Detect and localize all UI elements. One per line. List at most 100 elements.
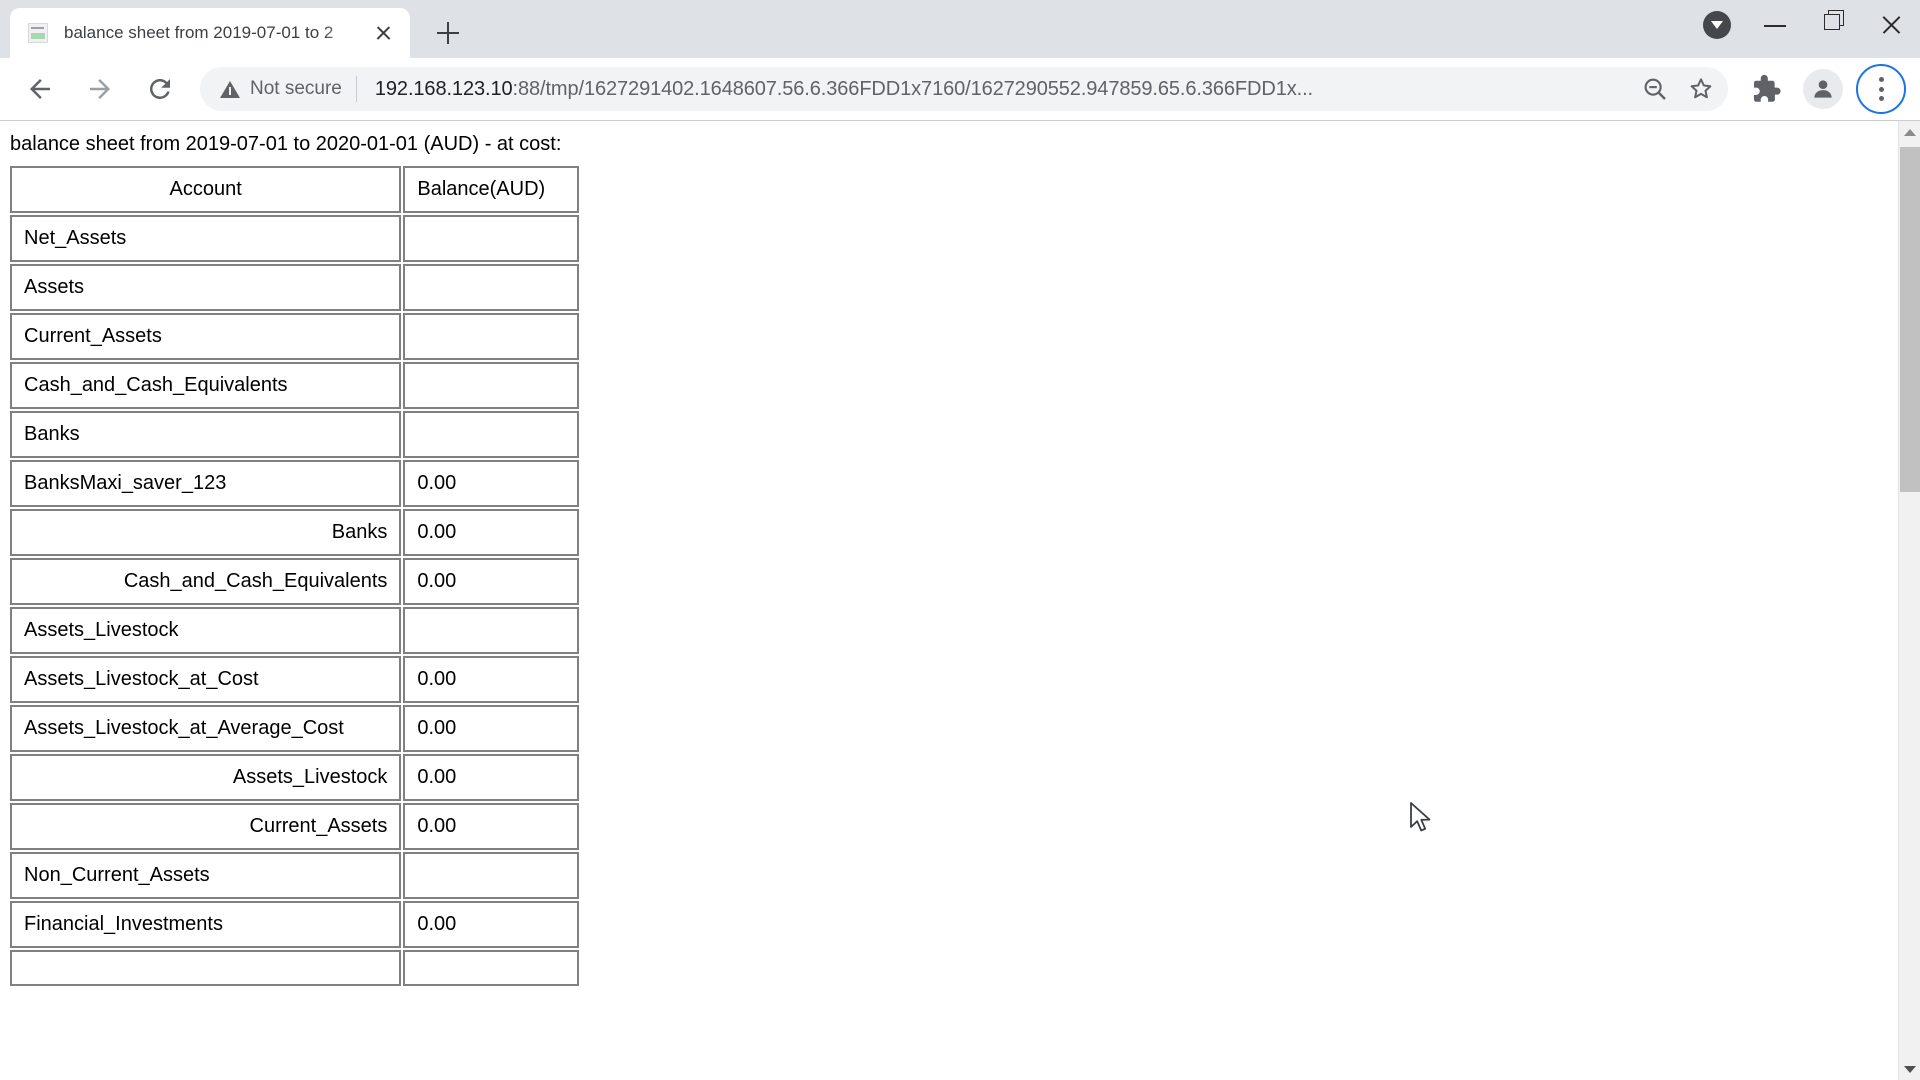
three-dots-icon-dot1 — [1878, 77, 1884, 82]
column-header-balance: Balance(AUD) — [403, 166, 579, 213]
cell-balance: 0.00 — [403, 901, 579, 948]
table-row: Current_Assets 0.00 — [10, 803, 579, 850]
cell-account: Assets_Livestock — [10, 607, 402, 654]
balance-sheet-table: Account Balance(AUD) Net_Assets Assets Cur… — [8, 164, 581, 988]
cell-account: Non_Current_Assets — [10, 852, 402, 899]
cell-balance: 0.00 — [403, 803, 579, 850]
security-status-label: Not secure — [250, 78, 342, 99]
table-row: Banks 0.00 — [10, 509, 579, 556]
cell-balance — [403, 852, 579, 899]
table-row — [10, 950, 579, 986]
cell-account: Cash_and_Cash_Equivalents — [10, 362, 402, 409]
cell-balance: 0.00 — [403, 705, 579, 752]
browser-window: balance sheet from 2019-07-01 to 2 Not s… — [0, 0, 1920, 1080]
browser-toolbar: Not secure 192.168.123.10:88/tmp/1627291… — [0, 58, 1920, 120]
url-host: 192.168.123.10 — [374, 77, 513, 100]
cell-balance — [403, 215, 579, 262]
table-row: BanksMaxi_saver_123 0.00 — [10, 460, 579, 507]
tab-strip: balance sheet from 2019-07-01 to 2 — [0, 0, 1920, 58]
cell-balance — [403, 950, 579, 986]
back-button[interactable] — [16, 65, 64, 113]
table-row: Assets_Livestock 0.00 — [10, 754, 579, 801]
cell-account: Banks — [10, 509, 402, 556]
table-row: Current_Assets — [10, 313, 579, 360]
table-body: Net_Assets Assets Current_Assets Cash_and_C… — [10, 215, 579, 986]
cell-account: Assets_Livestock — [10, 754, 402, 801]
minimize-button[interactable] — [1746, 0, 1804, 50]
window-controls — [1688, 0, 1920, 50]
tab-title: balance sheet from 2019-07-01 to 2 — [64, 23, 334, 42]
table-row: Assets_Livestock_at_Average_Cost 0.00 — [10, 705, 579, 752]
table-row: Banks — [10, 411, 579, 458]
three-dots-icon-dot3 — [1878, 96, 1884, 101]
new-tab-button[interactable] — [426, 11, 470, 55]
table-header-row: Account Balance(AUD) — [10, 166, 579, 213]
close-window-button[interactable] — [1862, 0, 1920, 50]
omnibox-divider — [355, 76, 357, 102]
reload-arrow-icon — [149, 78, 170, 99]
cell-balance — [403, 313, 579, 360]
tab-favicon-icon — [28, 23, 48, 43]
cell-account: Assets_Livestock_at_Cost — [10, 656, 402, 703]
scroll-up-arrow-icon[interactable] — [1899, 121, 1920, 143]
cell-balance: 0.00 — [403, 558, 579, 605]
profile-button[interactable] — [1799, 65, 1847, 113]
url-text: 192.168.123.10:88/tmp/1627291402.1648607… — [375, 78, 1630, 101]
back-arrow-icon — [30, 79, 50, 99]
zoom-out-icon — [1644, 78, 1666, 100]
star-icon — [1690, 78, 1712, 99]
scroll-down-arrow-icon[interactable] — [1899, 1058, 1920, 1080]
forward-arrow-icon — [90, 79, 110, 99]
table-row: Assets_Livestock_at_Cost 0.00 — [10, 656, 579, 703]
download-indicator-button[interactable] — [1688, 0, 1746, 50]
cell-balance — [403, 607, 579, 654]
not-secure-warning-icon — [220, 80, 240, 98]
page-title: balance sheet from 2019-07-01 to 2020-01… — [10, 133, 562, 155]
cell-account: BanksMaxi_saver_123 — [10, 460, 402, 507]
page-viewport: balance sheet from 2019-07-01 to 2020-01… — [0, 120, 1920, 1080]
reload-button[interactable] — [136, 65, 184, 113]
cell-account: Assets — [10, 264, 402, 311]
cell-balance — [403, 411, 579, 458]
table-row: Net_Assets — [10, 215, 579, 262]
vertical-scrollbar[interactable] — [1898, 121, 1920, 1080]
cell-account: Cash_and_Cash_Equivalents — [10, 558, 402, 605]
table-row: Cash_and_Cash_Equivalents 0.00 — [10, 558, 579, 605]
cell-account: Current_Assets — [10, 313, 402, 360]
address-bar[interactable]: Not secure 192.168.123.10:88/tmp/1627291… — [200, 67, 1728, 111]
tab-close-icon[interactable] — [368, 18, 398, 48]
table-row: Assets_Livestock — [10, 607, 579, 654]
cell-balance: 0.00 — [403, 754, 579, 801]
cell-balance: 0.00 — [403, 656, 579, 703]
mouse-cursor — [1408, 801, 1434, 840]
download-arrow-icon — [1703, 11, 1731, 39]
restore-icon-front — [1824, 14, 1840, 30]
table-row: Financial_Investments 0.00 — [10, 901, 579, 948]
browser-menu-button[interactable] — [1856, 64, 1906, 114]
cell-balance — [403, 362, 579, 409]
puzzle-icon — [1753, 74, 1781, 102]
tab-balance-sheet[interactable]: balance sheet from 2019-07-01 to 2 — [10, 8, 410, 58]
extensions-button[interactable] — [1741, 65, 1789, 113]
scrollbar-thumb[interactable] — [1900, 147, 1920, 492]
cell-account: Net_Assets — [10, 215, 402, 262]
page-content: balance sheet from 2019-07-01 to 2020-01… — [0, 121, 1898, 1080]
cell-account: Financial_Investments — [10, 901, 402, 948]
table-row: Cash_and_Cash_Equivalents — [10, 362, 579, 409]
column-header-account: Account — [10, 166, 402, 213]
restore-button[interactable] — [1804, 0, 1862, 50]
table-header: Account Balance(AUD) — [10, 166, 579, 213]
cell-account: Current_Assets — [10, 803, 402, 850]
cell-balance: 0.00 — [403, 460, 579, 507]
cell-account: Banks — [10, 411, 402, 458]
three-dots-icon-dot2 — [1878, 86, 1884, 92]
avatar-icon — [1814, 80, 1832, 98]
cell-balance — [403, 264, 579, 311]
table-row: Assets — [10, 264, 579, 311]
url-path: :88/tmp/1627291402.1648607.56.6.366FDD1x… — [512, 77, 1314, 100]
forward-button[interactable] — [76, 65, 124, 113]
bookmark-button[interactable] — [1680, 68, 1722, 110]
cell-account: Assets_Livestock_at_Average_Cost — [10, 705, 402, 752]
table-row: Non_Current_Assets — [10, 852, 579, 899]
zoom-out-button[interactable] — [1634, 68, 1676, 110]
